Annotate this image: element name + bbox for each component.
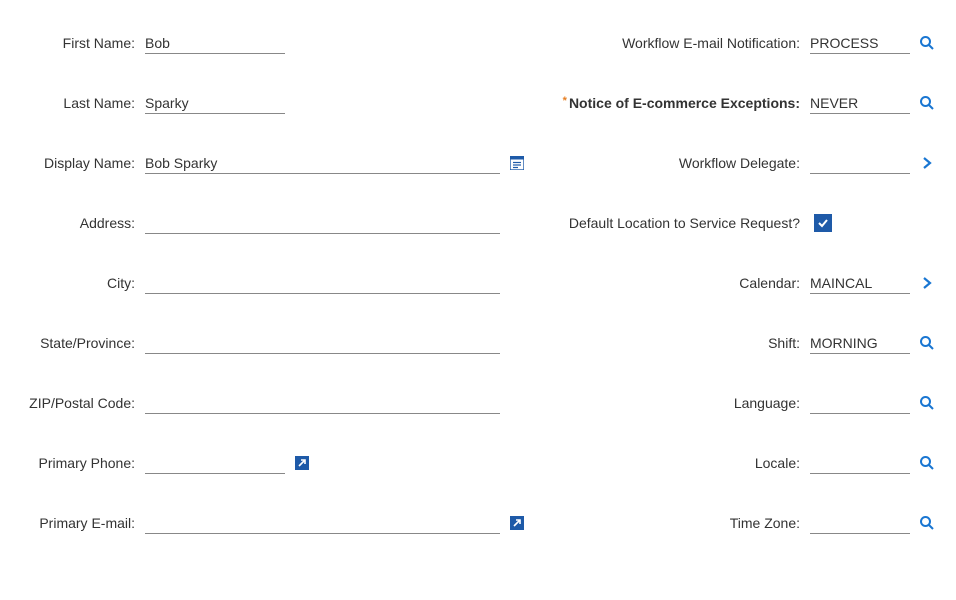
ecommerce-exceptions-search-icon[interactable]	[918, 94, 936, 112]
default-location-label: Default Location to Service Request?	[546, 215, 810, 231]
workflow-delegate-label: Workflow Delegate:	[546, 155, 810, 171]
shift-input[interactable]	[810, 332, 910, 354]
phone-external-link-icon[interactable]	[293, 454, 311, 472]
address-row: Address:	[20, 210, 526, 236]
first-name-label: First Name:	[20, 35, 145, 51]
right-column: Workflow E-mail Notification: *Notice of…	[546, 30, 936, 570]
default-location-checkbox[interactable]	[814, 214, 832, 232]
ecommerce-exceptions-label: *Notice of E-commerce Exceptions:	[546, 95, 810, 111]
timezone-input[interactable]	[810, 512, 910, 534]
ecommerce-exceptions-row: *Notice of E-commerce Exceptions:	[546, 90, 936, 116]
ecommerce-exceptions-input[interactable]	[810, 92, 910, 114]
workflow-delegate-row: Workflow Delegate:	[546, 150, 936, 176]
city-label: City:	[20, 275, 145, 291]
display-name-row: Display Name:	[20, 150, 526, 176]
primary-phone-input[interactable]	[145, 452, 285, 474]
timezone-row: Time Zone:	[546, 510, 936, 536]
locale-input[interactable]	[810, 452, 910, 474]
language-input[interactable]	[810, 392, 910, 414]
workflow-delegate-input[interactable]	[810, 152, 910, 174]
shift-row: Shift:	[546, 330, 936, 356]
address-input[interactable]	[145, 212, 500, 234]
calendar-chevron-icon[interactable]	[918, 274, 936, 292]
workflow-email-label: Workflow E-mail Notification:	[546, 35, 810, 51]
zip-input[interactable]	[145, 392, 500, 414]
language-label: Language:	[546, 395, 810, 411]
calendar-row: Calendar:	[546, 270, 936, 296]
locale-row: Locale:	[546, 450, 936, 476]
first-name-input[interactable]	[145, 32, 285, 54]
calendar-label: Calendar:	[546, 275, 810, 291]
last-name-label: Last Name:	[20, 95, 145, 111]
primary-email-input[interactable]	[145, 512, 500, 534]
last-name-input[interactable]	[145, 92, 285, 114]
last-name-row: Last Name:	[20, 90, 526, 116]
city-row: City:	[20, 270, 526, 296]
language-search-icon[interactable]	[918, 394, 936, 412]
zip-row: ZIP/Postal Code:	[20, 390, 526, 416]
timezone-label: Time Zone:	[546, 515, 810, 531]
state-row: State/Province:	[20, 330, 526, 356]
timezone-search-icon[interactable]	[918, 514, 936, 532]
state-label: State/Province:	[20, 335, 145, 351]
primary-phone-row: Primary Phone:	[20, 450, 526, 476]
state-input[interactable]	[145, 332, 500, 354]
calendar-input[interactable]	[810, 272, 910, 294]
language-row: Language:	[546, 390, 936, 416]
shift-search-icon[interactable]	[918, 334, 936, 352]
workflow-delegate-chevron-icon[interactable]	[918, 154, 936, 172]
primary-email-row: Primary E-mail:	[20, 510, 526, 536]
form-container: First Name: Last Name: Display Name: Add…	[20, 30, 936, 570]
email-external-link-icon[interactable]	[508, 514, 526, 532]
display-name-label: Display Name:	[20, 155, 145, 171]
workflow-email-row: Workflow E-mail Notification:	[546, 30, 936, 56]
workflow-email-search-icon[interactable]	[918, 34, 936, 52]
left-column: First Name: Last Name: Display Name: Add…	[20, 30, 526, 570]
display-name-input[interactable]	[145, 152, 500, 174]
required-marker: *	[563, 95, 567, 107]
ecommerce-exceptions-label-text: Notice of E-commerce Exceptions:	[569, 95, 800, 111]
zip-label: ZIP/Postal Code:	[20, 395, 145, 411]
display-name-detail-icon[interactable]	[508, 154, 526, 172]
workflow-email-input[interactable]	[810, 32, 910, 54]
first-name-row: First Name:	[20, 30, 526, 56]
locale-search-icon[interactable]	[918, 454, 936, 472]
primary-email-label: Primary E-mail:	[20, 515, 145, 531]
locale-label: Locale:	[546, 455, 810, 471]
default-location-row: Default Location to Service Request?	[546, 210, 936, 236]
address-label: Address:	[20, 215, 145, 231]
primary-phone-label: Primary Phone:	[20, 455, 145, 471]
city-input[interactable]	[145, 272, 500, 294]
shift-label: Shift:	[546, 335, 810, 351]
